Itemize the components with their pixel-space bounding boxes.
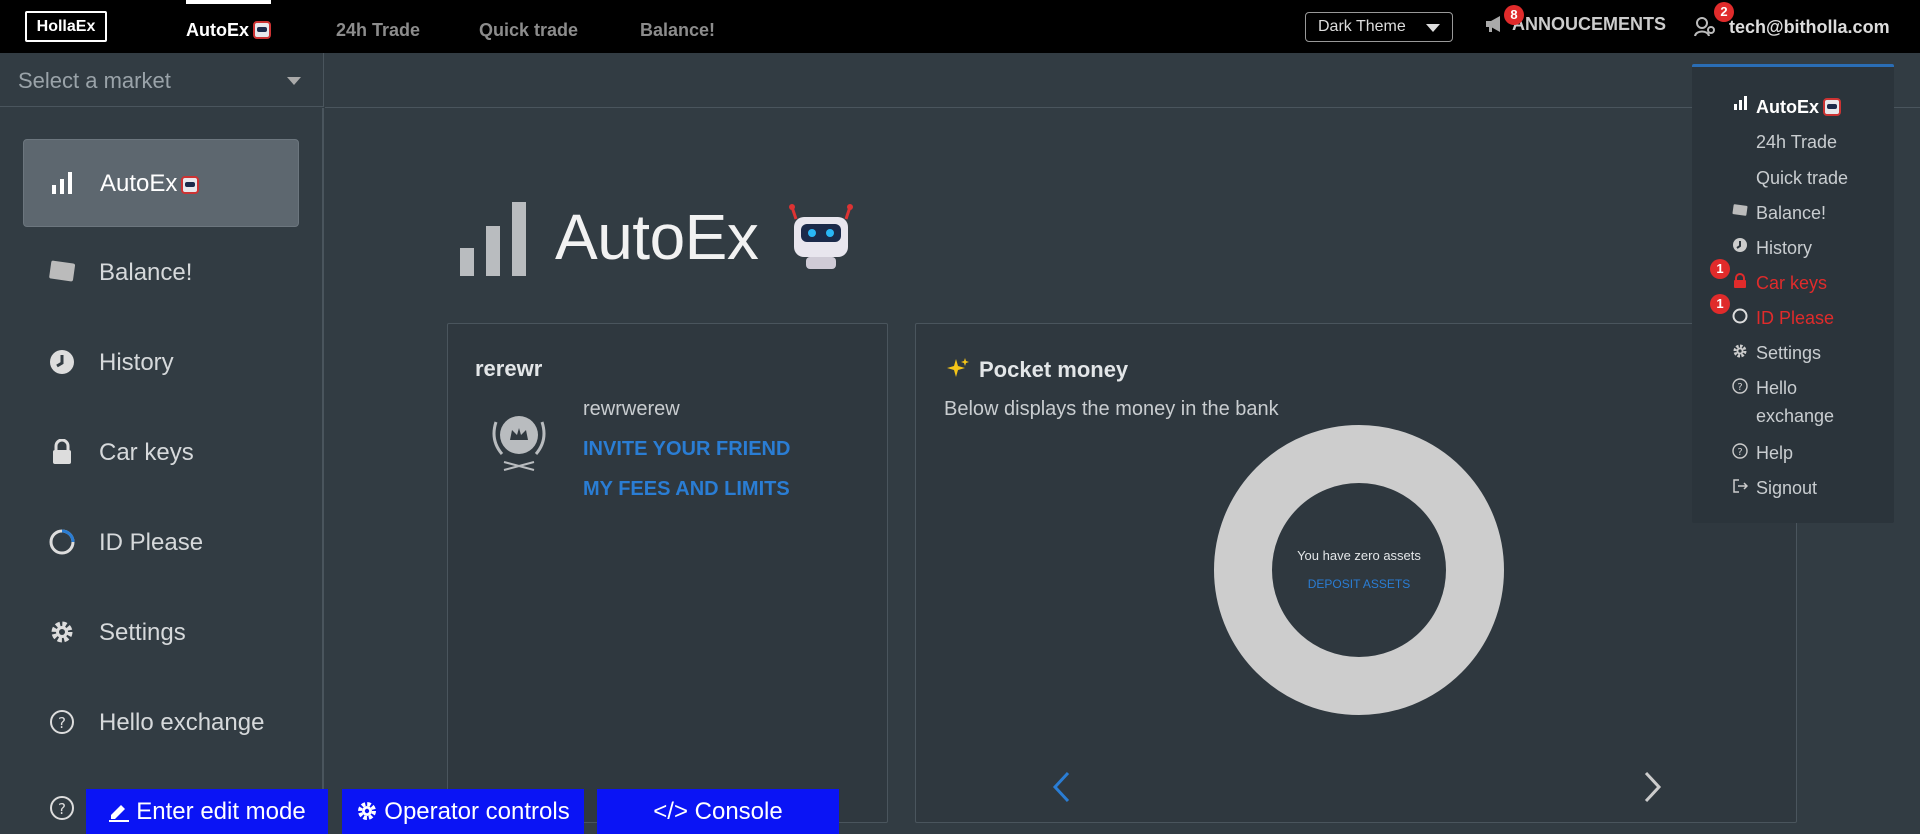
wallet-icon xyxy=(1732,204,1748,216)
sidebar-item-hello-exchange[interactable]: ? Hello exchange xyxy=(23,679,299,767)
svg-text:?: ? xyxy=(1737,447,1742,458)
enter-edit-mode-label: Enter edit mode xyxy=(136,798,306,825)
chevron-down-icon xyxy=(1426,24,1440,32)
dropdown-item-quick-trade[interactable]: Quick trade xyxy=(1756,164,1848,192)
dropdown-item-car-keys[interactable]: Car keys xyxy=(1756,269,1827,297)
sidebar-item-label: AutoEx xyxy=(100,170,200,198)
console-button[interactable]: </> Console xyxy=(597,789,839,834)
hollaex-logo[interactable]: HollaEx xyxy=(25,11,107,42)
gear-icon xyxy=(51,621,73,643)
gear-icon xyxy=(1733,344,1747,358)
nav-autoex[interactable]: AutoEx xyxy=(186,0,271,53)
clock-icon xyxy=(1733,238,1747,252)
divider xyxy=(325,107,1920,108)
user-dropdown-menu: AutoEx 24h Trade Quick trade Balance! Hi… xyxy=(1692,64,1894,523)
robot-icon xyxy=(1823,98,1841,116)
invite-friend-link[interactable]: INVITE YOUR FRIEND xyxy=(583,438,790,461)
dropdown-item-autoex[interactable]: AutoEx xyxy=(1756,93,1841,121)
sidebar-item-history[interactable]: History xyxy=(23,319,299,407)
chevron-left-icon[interactable] xyxy=(1050,770,1072,804)
megaphone-icon xyxy=(1486,16,1500,32)
gear-icon xyxy=(358,802,377,820)
sidebar-item-label: Hello exchange xyxy=(99,709,265,736)
robot-icon xyxy=(181,176,200,194)
market-select-placeholder: Select a market xyxy=(18,68,171,93)
sidebar-item-id-please[interactable]: ID Please xyxy=(23,499,299,587)
top-navbar: HollaEx AutoEx 24h Trade Quick trade Bal… xyxy=(0,0,1920,53)
user-level-badge-icon xyxy=(492,416,546,471)
lock-icon xyxy=(53,439,71,464)
sidebar-item-label: Settings xyxy=(99,619,186,646)
id-circle-icon xyxy=(1732,308,1748,324)
chevron-right-icon[interactable] xyxy=(1642,770,1664,804)
zero-assets-text: You have zero assets xyxy=(1297,548,1421,563)
svg-text:?: ? xyxy=(1737,382,1742,393)
dropdown-item-signout[interactable]: Signout xyxy=(1756,474,1817,502)
user-badge: 2 xyxy=(1714,2,1734,22)
dropdown-item-help[interactable]: Help xyxy=(1756,439,1793,467)
sidebar: AutoEx Balance! History Car keys ID Plea… xyxy=(0,108,324,834)
lock-icon xyxy=(1734,273,1746,288)
profile-card-title: rerewr xyxy=(475,356,543,381)
bar-chart-icon xyxy=(1734,96,1747,110)
dropdown-item-history[interactable]: History xyxy=(1756,234,1812,262)
id-circle-icon xyxy=(49,529,75,555)
nav-autoex-label: AutoEx xyxy=(186,20,249,40)
profile-username: rewrwerew xyxy=(583,398,680,420)
id-please-badge: 1 xyxy=(1710,294,1730,314)
nav-24h-trade[interactable]: 24h Trade xyxy=(336,0,420,53)
sidebar-item-label: Car keys xyxy=(99,439,194,466)
help-icon[interactable]: ? xyxy=(49,795,75,821)
dropdown-item-hello-exchange[interactable]: Hello exchange xyxy=(1756,374,1846,430)
profile-card: rerewr rewrwerew INVITE YOUR FRIEND MY F… xyxy=(447,323,888,823)
svg-text:?: ? xyxy=(58,800,66,818)
sparkles-icon xyxy=(947,358,969,377)
sidebar-item-balance[interactable]: Balance! xyxy=(23,229,299,317)
market-select[interactable]: Select a market xyxy=(0,53,324,107)
car-keys-badge: 1 xyxy=(1710,259,1730,279)
page-title: AutoEx xyxy=(555,201,759,273)
operator-controls-button[interactable]: Operator controls xyxy=(342,789,584,834)
announcements-label: ANNOUCEMENTS xyxy=(1512,14,1667,34)
dropdown-item-settings[interactable]: Settings xyxy=(1756,339,1821,367)
dropdown-item-balance[interactable]: Balance! xyxy=(1756,199,1826,227)
sidebar-item-settings[interactable]: Settings xyxy=(23,589,299,677)
operator-controls-label: Operator controls xyxy=(384,798,570,825)
robot-icon xyxy=(253,21,271,39)
deposit-assets-link[interactable]: DEPOSIT ASSETS xyxy=(1213,577,1505,591)
enter-edit-mode-button[interactable]: Enter edit mode xyxy=(86,789,328,834)
sidebar-item-autoex[interactable]: AutoEx xyxy=(23,139,299,227)
user-settings-icon xyxy=(1694,17,1715,37)
nav-quick-trade[interactable]: Quick trade xyxy=(479,0,578,53)
announcements-badge: 8 xyxy=(1504,5,1524,25)
signout-icon xyxy=(1733,479,1748,493)
donut-ring xyxy=(1214,425,1504,715)
sidebar-item-car-keys[interactable]: Car keys xyxy=(23,409,299,497)
sidebar-item-label: History xyxy=(99,349,174,376)
user-email: tech@bitholla.com xyxy=(1729,17,1890,37)
robot-icon xyxy=(789,204,853,269)
help-icon: ? xyxy=(1732,443,1748,459)
pencil-icon xyxy=(109,805,130,822)
wallet-icon xyxy=(49,260,75,282)
sidebar-item-label: ID Please xyxy=(99,529,204,556)
fees-limits-link[interactable]: MY FEES AND LIMITS xyxy=(583,478,790,501)
bar-chart-icon xyxy=(52,172,72,194)
nav-balance[interactable]: Balance! xyxy=(640,0,715,53)
pocket-money-subtitle: Below displays the money in the bank xyxy=(944,398,1279,420)
help-icon: ? xyxy=(1732,378,1748,394)
bar-chart-icon xyxy=(460,202,526,276)
dropdown-item-id-please[interactable]: ID Please xyxy=(1756,304,1834,332)
clock-icon xyxy=(50,350,74,374)
chevron-down-icon xyxy=(287,77,301,85)
theme-select[interactable]: Dark Theme xyxy=(1305,12,1453,42)
pocket-money-title: Pocket money xyxy=(979,357,1129,382)
help-icon: ? xyxy=(50,710,74,734)
dropdown-item-24h-trade[interactable]: 24h Trade xyxy=(1756,128,1837,156)
sidebar-item-label: Balance! xyxy=(99,259,193,286)
svg-text:?: ? xyxy=(58,714,66,732)
assets-donut-chart: You have zero assets DEPOSIT ASSETS xyxy=(1213,424,1505,716)
theme-select-value: Dark Theme xyxy=(1318,18,1406,35)
